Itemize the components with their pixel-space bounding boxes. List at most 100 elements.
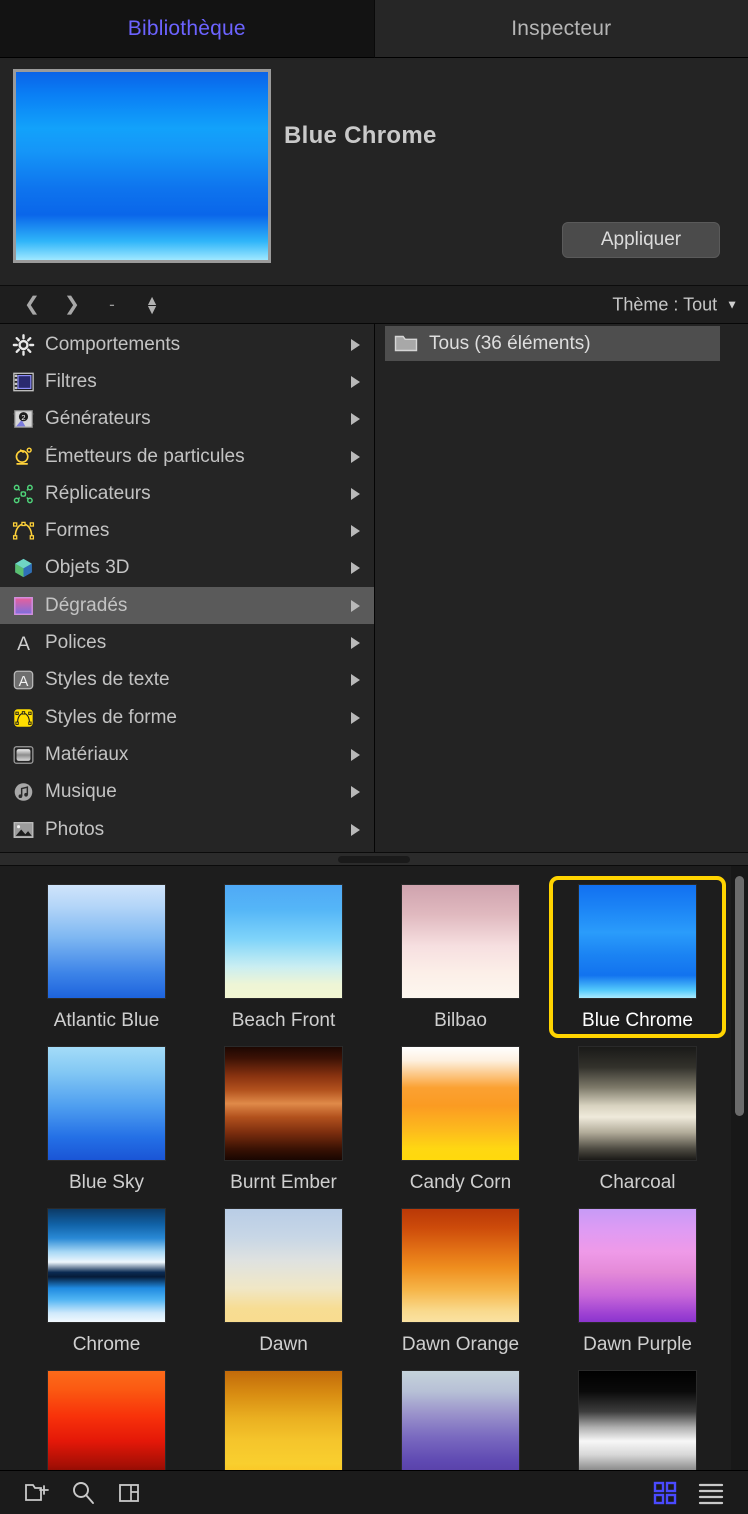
list-view-button[interactable] (688, 1476, 734, 1510)
gradient-cell[interactable]: Blue Sky (18, 1038, 195, 1200)
sidebar-item-label: Dégradés (45, 595, 351, 617)
gradient-cell[interactable] (372, 1362, 549, 1470)
theme-dropdown-label: Thème : Tout (612, 294, 717, 315)
generator-icon: 2 (12, 408, 35, 430)
sidebar-toggle-button[interactable] (106, 1476, 152, 1510)
gradient-cell[interactable]: Burnt Ember (195, 1038, 372, 1200)
disclosure-arrow-icon[interactable] (351, 525, 360, 537)
gradient-thumbnail (578, 1046, 697, 1161)
sidebar-item-label: Styles de texte (45, 669, 351, 691)
gradient-thumbnail (578, 1370, 697, 1470)
gradient-cell[interactable] (195, 1362, 372, 1470)
disclosure-arrow-icon[interactable] (351, 824, 360, 836)
disclosure-arrow-icon[interactable] (351, 413, 360, 425)
page-title: Blue Chrome (284, 122, 437, 150)
gradient-label: Dawn Purple (583, 1334, 692, 1356)
sidebar-item-cube-3d[interactable]: Objets 3D (0, 550, 374, 587)
gradient-cell[interactable] (549, 1362, 726, 1470)
category-sidebar: Comportements Filtres 2 Générateurs Émet… (0, 324, 375, 852)
gradient-label: Dawn (259, 1334, 308, 1356)
gradient-cell[interactable]: Bilbao (372, 876, 549, 1038)
gradient-icon (12, 595, 35, 617)
sidebar-item-shape-style[interactable]: Styles de forme (0, 699, 374, 736)
tab-label: Inspecteur (511, 17, 611, 41)
disclosure-arrow-icon[interactable] (351, 786, 360, 798)
forward-button[interactable]: ❯ (52, 288, 92, 322)
sidebar-item-music-note[interactable]: Musique (0, 774, 374, 811)
sidebar-item-label: Filtres (45, 371, 351, 393)
path-text: - (109, 295, 115, 315)
gradient-cell[interactable] (18, 1362, 195, 1470)
sidebar-item-font[interactable]: APolices (0, 624, 374, 661)
shape-icon (10, 519, 36, 543)
gradient-cell[interactable]: Blue Chrome (549, 876, 726, 1038)
sidebar-item-generator[interactable]: 2 Générateurs (0, 401, 374, 438)
sidebar-item-particle-emitter[interactable]: Émetteurs de particules (0, 438, 374, 475)
gradient-thumbnail (578, 1208, 697, 1323)
sidebar-item-gradient[interactable]: Dégradés (0, 587, 374, 624)
gradient-thumbnail (224, 884, 343, 999)
search-button[interactable] (60, 1476, 106, 1510)
back-button[interactable]: ❮ (12, 288, 52, 322)
grid-scrollbar-thumb[interactable] (735, 876, 744, 1116)
disclosure-arrow-icon[interactable] (351, 488, 360, 500)
gradient-cell[interactable]: Candy Corn (372, 1038, 549, 1200)
disclosure-arrow-icon[interactable] (351, 451, 360, 463)
disclosure-arrow-icon[interactable] (351, 749, 360, 761)
sidebar-item-gear[interactable]: Comportements (0, 326, 374, 363)
particle-emitter-icon (12, 446, 35, 468)
gradient-label: Burnt Ember (230, 1172, 337, 1194)
gradient-cell[interactable]: Dawn Orange (372, 1200, 549, 1362)
folder-icon (394, 334, 418, 353)
tab-bibliotheque[interactable]: Bibliothèque (0, 0, 374, 58)
material-icon (10, 743, 36, 767)
sidebar-item-shape[interactable]: Formes (0, 512, 374, 549)
sidebar-item-photo[interactable]: Photos (0, 811, 374, 848)
gradient-cell[interactable]: Beach Front (195, 876, 372, 1038)
sidebar-item-label: Objets 3D (45, 557, 351, 579)
disclosure-arrow-icon[interactable] (351, 637, 360, 649)
tab-bar: Bibliothèque Inspecteur (0, 0, 748, 58)
cube-3d-icon (12, 557, 35, 579)
library-browser-window: Bibliothèque Inspecteur Blue Chrome Appl… (0, 0, 748, 1514)
svg-text:2: 2 (21, 413, 25, 422)
browser-panes: Comportements Filtres 2 Générateurs Émet… (0, 324, 748, 852)
sidebar-item-material[interactable]: Matériaux (0, 736, 374, 773)
disclosure-arrow-icon[interactable] (351, 600, 360, 612)
gradient-thumbnail (224, 1046, 343, 1161)
gradient-thumbnail (224, 1370, 343, 1470)
gradient-cell[interactable]: Atlantic Blue (18, 876, 195, 1038)
gradient-preview-swatch[interactable] (13, 69, 271, 263)
apply-button[interactable]: Appliquer (562, 222, 720, 258)
gradient-cell[interactable]: Chrome (18, 1200, 195, 1362)
gradient-cell[interactable]: Dawn (195, 1200, 372, 1362)
up-down-stepper-icon: ▲▼ (145, 296, 159, 313)
disclosure-arrow-icon[interactable] (351, 376, 360, 388)
disclosure-arrow-icon[interactable] (351, 674, 360, 686)
disclosure-arrow-icon[interactable] (351, 562, 360, 574)
theme-dropdown[interactable]: Thème : Tout ▼ (612, 294, 738, 315)
horizontal-splitter[interactable] (0, 852, 748, 866)
folder-item-label: Tous (36 éléments) (429, 333, 591, 355)
disclosure-arrow-icon[interactable] (351, 339, 360, 351)
path-stepper[interactable]: ▲▼ (132, 288, 172, 322)
replicator-icon (10, 482, 36, 506)
new-folder-button[interactable] (14, 1476, 60, 1510)
sidebar-item-film-strip[interactable]: Filtres (0, 363, 374, 400)
music-note-icon (12, 781, 35, 803)
sidebar-item-replicator[interactable]: Réplicateurs (0, 475, 374, 512)
tab-inspecteur[interactable]: Inspecteur (374, 0, 748, 58)
chevron-down-icon: ▼ (726, 298, 738, 312)
gradient-label: Bilbao (434, 1010, 487, 1032)
sidebar-item-label: Styles de forme (45, 707, 351, 729)
folder-item[interactable]: Tous (36 éléments) (385, 326, 720, 361)
gradient-cell[interactable]: Dawn Purple (549, 1200, 726, 1362)
particle-emitter-icon (10, 445, 36, 469)
svg-text:A: A (18, 674, 28, 690)
disclosure-arrow-icon[interactable] (351, 712, 360, 724)
sidebar-item-text-style[interactable]: A Styles de texte (0, 662, 374, 699)
gradient-thumbnail (401, 884, 520, 999)
shape-style-icon (10, 706, 36, 730)
grid-view-button[interactable] (642, 1476, 688, 1510)
gradient-cell[interactable]: Charcoal (549, 1038, 726, 1200)
